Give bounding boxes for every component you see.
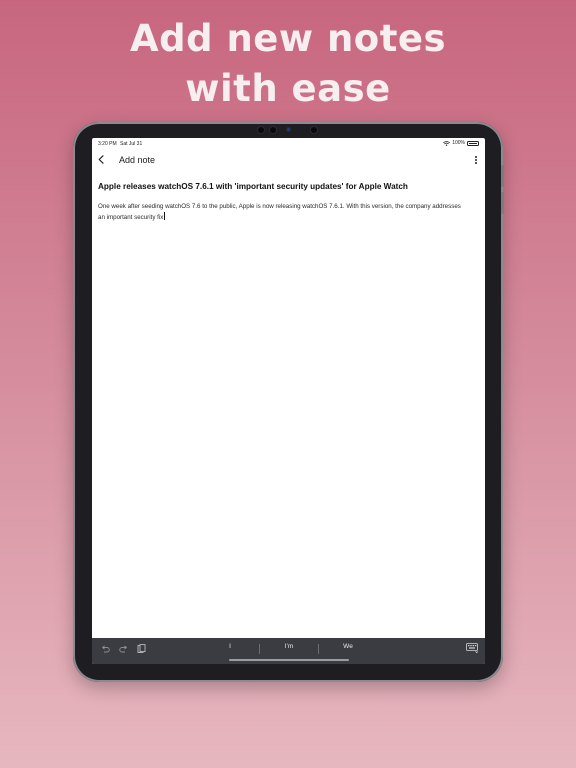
status-date: Sat Jul 31 <box>120 141 143 147</box>
promo-line-2: with ease <box>185 67 391 110</box>
promo-line-1: Add new notes <box>129 17 447 60</box>
keyboard-accessory-bar: I I'm We <box>92 638 485 664</box>
app-screen: 3:20 PM Sat Jul 31 100% Add note Apple r… <box>92 138 485 664</box>
camera-lens <box>311 127 317 133</box>
suggestion-item[interactable]: I <box>201 643 259 650</box>
wifi-icon <box>443 140 451 146</box>
keyboard-dismiss-icon <box>465 640 479 658</box>
camera-lens <box>270 127 276 133</box>
more-vertical-icon <box>475 159 477 161</box>
promo-headline: Add new notes with ease <box>0 14 576 114</box>
side-button <box>501 165 504 187</box>
suggestion-item[interactable]: We <box>319 643 377 650</box>
keyboard-dismiss-button[interactable] <box>465 643 479 655</box>
more-menu-button[interactable] <box>472 153 480 167</box>
more-vertical-icon <box>475 155 477 158</box>
status-bar: 3:20 PM Sat Jul 31 100% <box>92 138 485 148</box>
suggestion-item[interactable]: I'm <box>260 643 318 650</box>
note-body-text: One week after seeding watchOS 7.6 to th… <box>98 203 461 221</box>
page-title: Add note <box>119 155 156 165</box>
note-title-field[interactable]: Apple releases watchOS 7.6.1 with 'impor… <box>98 182 478 191</box>
status-right: 100% <box>443 140 479 146</box>
paste-icon[interactable] <box>136 644 146 654</box>
redo-icon[interactable] <box>118 644 128 654</box>
home-indicator <box>229 659 349 661</box>
side-button <box>501 192 504 214</box>
text-caret <box>163 211 165 220</box>
status-time: 3:20 PM <box>98 141 117 147</box>
keyboard-shortcuts <box>100 644 146 654</box>
chevron-left-icon <box>98 151 104 169</box>
back-button[interactable] <box>95 152 107 168</box>
battery-percent: 100% <box>452 140 465 146</box>
nav-bar: Add note <box>92 150 485 172</box>
more-vertical-icon <box>475 162 477 165</box>
camera-bar <box>250 125 330 135</box>
battery-icon <box>467 140 479 146</box>
camera-lens <box>258 127 264 133</box>
undo-icon[interactable] <box>100 644 110 654</box>
camera-sensor <box>287 128 290 131</box>
note-body-field[interactable]: One week after seeding watchOS 7.6 to th… <box>98 202 468 222</box>
